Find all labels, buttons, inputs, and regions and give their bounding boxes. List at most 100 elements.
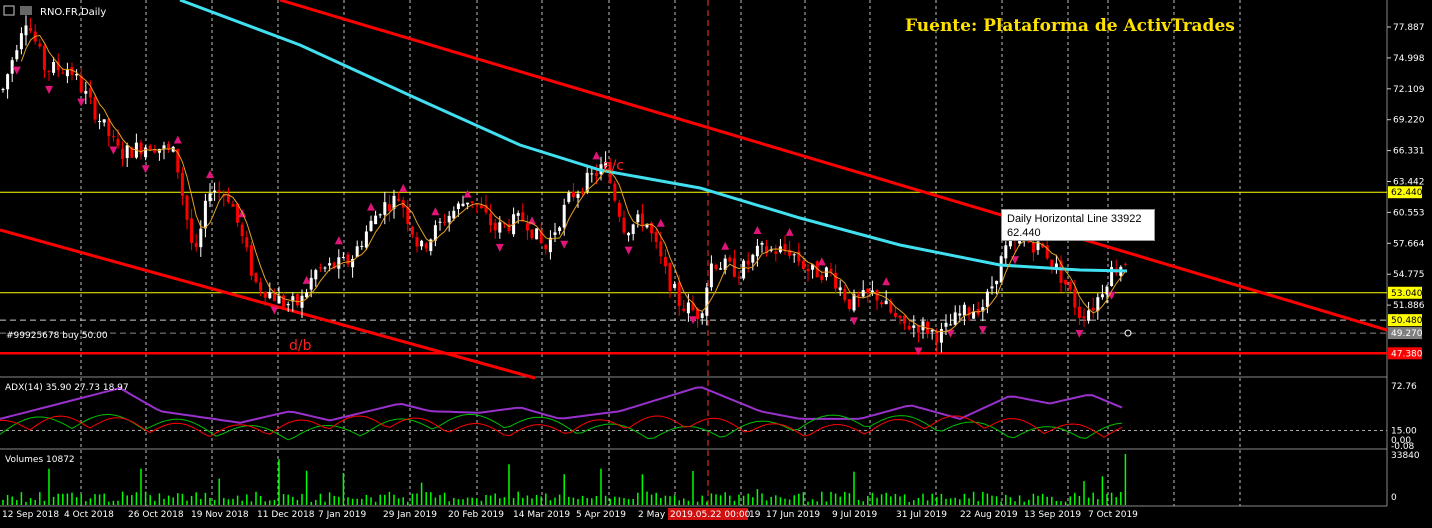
chart-mode-icon[interactable]	[20, 6, 32, 15]
candle-body	[167, 143, 171, 150]
candle	[737, 271, 741, 285]
candle-body	[907, 325, 911, 330]
candle-body	[548, 237, 552, 253]
candle-body	[1064, 279, 1068, 285]
candle	[553, 222, 557, 242]
candle-body	[916, 325, 920, 333]
price-badge-label: 53.040	[1391, 289, 1423, 299]
candle-body	[254, 273, 258, 283]
candle	[291, 292, 295, 312]
candle-body	[24, 25, 28, 36]
candle	[558, 226, 562, 235]
candle-body	[397, 198, 401, 201]
candle-body	[714, 264, 718, 270]
adx-panel[interactable]	[0, 386, 1387, 441]
candle-body	[594, 173, 598, 177]
candle	[364, 225, 368, 250]
candle-body	[410, 227, 414, 235]
candle	[79, 67, 83, 94]
time-tick-label: 17 Jun 2019	[766, 510, 820, 520]
candle-body	[369, 220, 373, 231]
candle-body	[102, 119, 106, 123]
time-tick-label: 13 Sep 2019	[1024, 510, 1081, 520]
candle	[75, 69, 79, 81]
candle-body	[636, 214, 640, 223]
candle-body	[185, 195, 189, 220]
candle-body	[498, 222, 502, 233]
candle	[318, 263, 322, 272]
candle-body	[719, 268, 723, 270]
fractal-arrow	[1075, 329, 1084, 338]
candle-body	[709, 263, 713, 288]
fractal-arrow	[817, 257, 826, 266]
candle	[829, 262, 833, 277]
candle-body	[116, 138, 120, 146]
candle-body	[558, 227, 562, 232]
candle-body	[870, 290, 874, 293]
volume-panel[interactable]	[2, 454, 1127, 505]
candle-body	[673, 284, 677, 288]
candle-body	[567, 192, 571, 202]
fractal-arrow	[560, 240, 569, 249]
candle	[47, 69, 51, 82]
time-axis: 12 Sep 2018 4 Oct 2018 26 Oct 2018 19 Nov 2…	[2, 508, 1138, 520]
candle-body	[213, 190, 217, 193]
candle	[535, 228, 539, 240]
candle	[728, 255, 732, 264]
fractal-arrow	[656, 218, 665, 227]
candle-body	[521, 212, 525, 221]
candle-body	[341, 256, 345, 258]
candle	[374, 210, 378, 225]
candle-body	[535, 228, 539, 240]
candle	[806, 263, 810, 282]
candle	[443, 213, 447, 226]
chart-menu-icon[interactable]	[3, 5, 15, 16]
candle	[378, 213, 382, 219]
candle	[107, 117, 111, 147]
candle-body	[654, 231, 658, 242]
candle-body	[38, 43, 42, 47]
price-badge-label: 49.270	[1391, 329, 1423, 339]
candle	[714, 263, 718, 271]
candle-body	[990, 286, 994, 289]
candle	[245, 230, 249, 252]
candle	[185, 194, 189, 230]
candle	[10, 57, 14, 82]
candle-body	[1004, 245, 1008, 259]
candle-body	[52, 62, 56, 73]
candle-body	[489, 213, 493, 226]
candle-body	[424, 243, 428, 249]
tooltip-line-2: 62.440	[1007, 227, 1041, 239]
candle	[217, 181, 221, 200]
candle	[1004, 237, 1008, 266]
candle	[893, 307, 897, 319]
candle	[479, 197, 483, 210]
chart-canvas[interactable]: RNO.FR,Daily #99925678 buy 50.00 a/c d/b…	[0, 0, 1432, 528]
candle	[231, 200, 235, 207]
price-badge-label: 62.440	[1391, 188, 1423, 198]
candle	[167, 141, 171, 153]
candle-body	[355, 246, 359, 257]
candle	[406, 199, 410, 232]
candle-body	[581, 190, 585, 194]
price-tick-label: 66.331	[1393, 147, 1425, 157]
candle-body	[1073, 289, 1077, 308]
candle-body	[728, 257, 732, 262]
candle-body	[93, 96, 97, 120]
candle	[121, 141, 125, 167]
candle-body	[935, 330, 939, 343]
time-tick-label: 19 Nov 2018	[191, 510, 249, 520]
price-panel[interactable]	[0, 0, 1388, 380]
candle	[530, 229, 534, 240]
candle-body	[139, 142, 143, 155]
candle-body	[737, 277, 741, 279]
candle	[424, 241, 428, 253]
candle	[700, 311, 704, 325]
candle-body	[999, 256, 1003, 283]
candle	[111, 129, 115, 142]
candle	[774, 244, 778, 262]
candle-body	[84, 91, 88, 94]
candle	[631, 223, 635, 241]
candle-body	[686, 302, 690, 314]
candle	[6, 73, 10, 99]
